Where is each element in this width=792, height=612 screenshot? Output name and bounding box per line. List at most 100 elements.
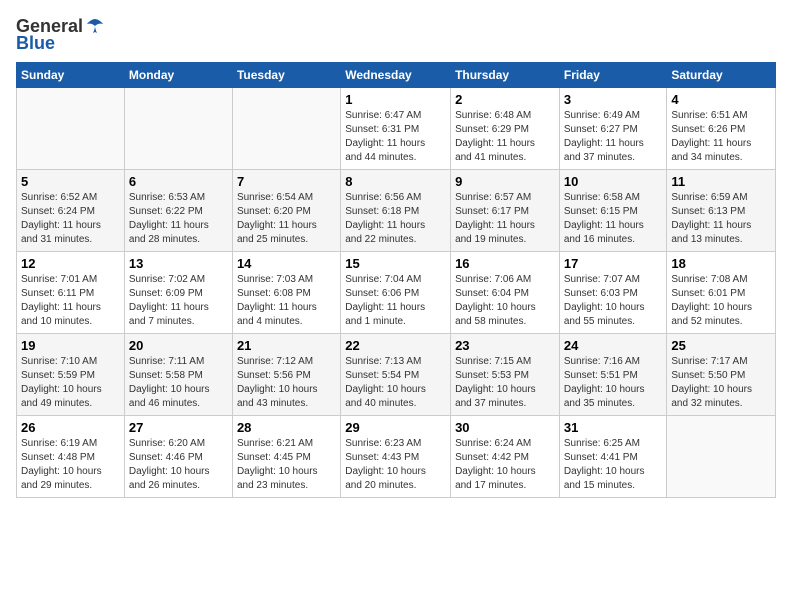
calendar-day-cell: 19Sunrise: 7:10 AMSunset: 5:59 PMDayligh… [17, 334, 125, 416]
cell-info-line: Daylight: 11 hours [21, 219, 120, 233]
day-number: 2 [455, 92, 555, 107]
cell-info-line: Daylight: 11 hours [237, 219, 336, 233]
day-number: 5 [21, 174, 120, 189]
cell-info-line: Sunset: 4:43 PM [345, 451, 446, 465]
day-number: 31 [564, 420, 663, 435]
cell-info-line: and 13 minutes. [671, 233, 771, 247]
day-number: 14 [237, 256, 336, 271]
calendar-day-cell: 24Sunrise: 7:16 AMSunset: 5:51 PMDayligh… [559, 334, 667, 416]
cell-info-line: Sunrise: 6:52 AM [21, 191, 120, 205]
cell-info-line: and 55 minutes. [564, 315, 663, 329]
col-header-friday: Friday [559, 63, 667, 88]
cell-info-line: Sunset: 5:58 PM [129, 369, 228, 383]
cell-info-line: Sunset: 5:54 PM [345, 369, 446, 383]
cell-info-line: and 58 minutes. [455, 315, 555, 329]
cell-info-line: Sunrise: 6:25 AM [564, 437, 663, 451]
cell-info-line: and 34 minutes. [671, 151, 771, 165]
cell-info-line: Sunrise: 7:07 AM [564, 273, 663, 287]
cell-info-line: Sunset: 6:04 PM [455, 287, 555, 301]
cell-info-line: and 49 minutes. [21, 397, 120, 411]
cell-info-line: Sunset: 6:26 PM [671, 123, 771, 137]
cell-info-line: Sunset: 6:13 PM [671, 205, 771, 219]
calendar-day-cell: 31Sunrise: 6:25 AMSunset: 4:41 PMDayligh… [559, 416, 667, 498]
cell-info-line: and 1 minute. [345, 315, 446, 329]
col-header-sunday: Sunday [17, 63, 125, 88]
calendar-day-cell: 5 Sunrise: 6:52 AMSunset: 6:24 PMDaylight… [17, 170, 125, 252]
day-number: 12 [21, 256, 120, 271]
cell-info-line: Sunset: 6:17 PM [455, 205, 555, 219]
day-number: 6 [129, 174, 228, 189]
day-number: 28 [237, 420, 336, 435]
cell-info-line: Sunrise: 6:58 AM [564, 191, 663, 205]
cell-info-line: Sunset: 6:27 PM [564, 123, 663, 137]
cell-info-line: Sunrise: 6:21 AM [237, 437, 336, 451]
cell-info-line: Daylight: 10 hours [455, 465, 555, 479]
cell-info-line: and 43 minutes. [237, 397, 336, 411]
cell-info-line: Sunset: 5:53 PM [455, 369, 555, 383]
cell-info-line: Sunrise: 6:47 AM [345, 109, 446, 123]
cell-info-line: and 7 minutes. [129, 315, 228, 329]
cell-info-line: Sunrise: 6:56 AM [345, 191, 446, 205]
calendar-day-cell: 17Sunrise: 7:07 AMSunset: 6:03 PMDayligh… [559, 252, 667, 334]
cell-info-line: Sunrise: 7:16 AM [564, 355, 663, 369]
cell-info-line: Daylight: 10 hours [237, 465, 336, 479]
cell-info-line: and 16 minutes. [564, 233, 663, 247]
cell-info-line: Sunset: 6:15 PM [564, 205, 663, 219]
calendar-day-cell: 14Sunrise: 7:03 AMSunset: 6:08 PMDayligh… [232, 252, 340, 334]
cell-info-line: Sunrise: 6:20 AM [129, 437, 228, 451]
cell-info-line: Sunrise: 7:11 AM [129, 355, 228, 369]
calendar-week-row: 19Sunrise: 7:10 AMSunset: 5:59 PMDayligh… [17, 334, 776, 416]
calendar-day-cell: 6Sunrise: 6:53 AMSunset: 6:22 PMDaylight… [124, 170, 232, 252]
cell-info-line: and 40 minutes. [345, 397, 446, 411]
calendar-day-cell: 21Sunrise: 7:12 AMSunset: 5:56 PMDayligh… [232, 334, 340, 416]
calendar-day-cell: 9Sunrise: 6:57 AMSunset: 6:17 PMDaylight… [451, 170, 560, 252]
calendar-day-cell: 15Sunrise: 7:04 AMSunset: 6:06 PMDayligh… [341, 252, 451, 334]
day-number: 8 [345, 174, 446, 189]
calendar-week-row: 26Sunrise: 6:19 AMSunset: 4:48 PMDayligh… [17, 416, 776, 498]
cell-info-line: Daylight: 11 hours [237, 301, 336, 315]
cell-info-line: Daylight: 10 hours [237, 383, 336, 397]
cell-info-line: and 35 minutes. [564, 397, 663, 411]
calendar-day-cell: 11Sunrise: 6:59 AMSunset: 6:13 PMDayligh… [667, 170, 776, 252]
calendar-day-cell: 13Sunrise: 7:02 AMSunset: 6:09 PMDayligh… [124, 252, 232, 334]
calendar-day-cell: 23Sunrise: 7:15 AMSunset: 5:53 PMDayligh… [451, 334, 560, 416]
cell-info-line: Sunset: 6:20 PM [237, 205, 336, 219]
calendar-week-row: 1Sunrise: 6:47 AMSunset: 6:31 PMDaylight… [17, 88, 776, 170]
logo-bird-icon [85, 16, 105, 36]
cell-info-line: Sunset: 5:59 PM [21, 369, 120, 383]
cell-info-line: and 26 minutes. [129, 479, 228, 493]
day-number: 1 [345, 92, 446, 107]
cell-info-line: Sunset: 6:29 PM [455, 123, 555, 137]
cell-info-line: Daylight: 10 hours [345, 383, 446, 397]
cell-info-line: Daylight: 10 hours [21, 383, 120, 397]
cell-info-line: Daylight: 11 hours [345, 301, 446, 315]
calendar-day-cell: 27Sunrise: 6:20 AMSunset: 4:46 PMDayligh… [124, 416, 232, 498]
cell-info-line: and 22 minutes. [345, 233, 446, 247]
cell-info-line: and 20 minutes. [345, 479, 446, 493]
cell-info-line: Sunrise: 7:06 AM [455, 273, 555, 287]
cell-info-line: Sunrise: 6:49 AM [564, 109, 663, 123]
calendar-day-cell: 1Sunrise: 6:47 AMSunset: 6:31 PMDaylight… [341, 88, 451, 170]
cell-info-line: Sunrise: 7:08 AM [671, 273, 771, 287]
cell-info-line: Sunset: 4:41 PM [564, 451, 663, 465]
cell-info-line: Daylight: 10 hours [671, 383, 771, 397]
day-number: 17 [564, 256, 663, 271]
day-number: 4 [671, 92, 771, 107]
cell-info-line: and 19 minutes. [455, 233, 555, 247]
cell-info-line: and 4 minutes. [237, 315, 336, 329]
day-number: 3 [564, 92, 663, 107]
day-number: 13 [129, 256, 228, 271]
cell-info-line: and 37 minutes. [455, 397, 555, 411]
calendar-day-cell: 4Sunrise: 6:51 AMSunset: 6:26 PMDaylight… [667, 88, 776, 170]
cell-info-line: Sunrise: 6:48 AM [455, 109, 555, 123]
cell-info-line: and 31 minutes. [21, 233, 120, 247]
cell-info-line: Daylight: 11 hours [564, 137, 663, 151]
logo: General Blue [16, 16, 105, 54]
cell-info-line: and 10 minutes. [21, 315, 120, 329]
empty-cell [124, 88, 232, 170]
cell-info-line: Sunset: 6:24 PM [21, 205, 120, 219]
cell-info-line: and 52 minutes. [671, 315, 771, 329]
day-number: 7 [237, 174, 336, 189]
calendar-day-cell: 29Sunrise: 6:23 AMSunset: 4:43 PMDayligh… [341, 416, 451, 498]
cell-info-line: Daylight: 10 hours [671, 301, 771, 315]
